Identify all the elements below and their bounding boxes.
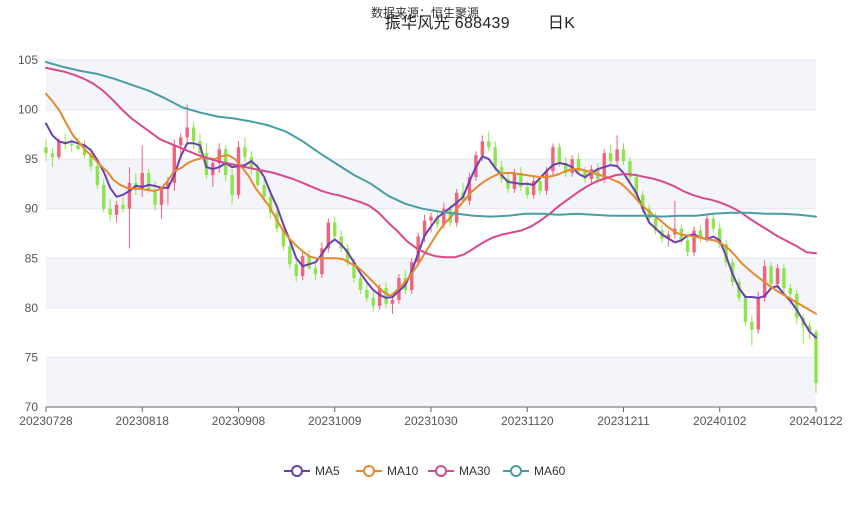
candle-up bbox=[429, 216, 433, 221]
candle-down bbox=[814, 331, 818, 384]
candle-down bbox=[538, 180, 542, 191]
candle-down bbox=[256, 169, 260, 185]
y-tick-label: 70 bbox=[25, 400, 39, 414]
x-tick-label: 20231211 bbox=[597, 414, 650, 428]
grid-band bbox=[46, 258, 816, 308]
candle-up bbox=[615, 149, 619, 162]
candle-down bbox=[384, 288, 388, 304]
candle-down bbox=[44, 147, 48, 154]
candle-down bbox=[108, 208, 112, 215]
candle-down bbox=[782, 268, 786, 289]
candle-down bbox=[358, 278, 363, 291]
candle-down bbox=[230, 175, 234, 195]
candle-up bbox=[544, 171, 549, 191]
candle-up bbox=[57, 141, 61, 158]
y-tick-label: 75 bbox=[25, 350, 39, 364]
x-tick-label: 20231120 bbox=[501, 414, 554, 428]
candle-down bbox=[50, 153, 55, 158]
x-tick-label: 20230908 bbox=[212, 414, 266, 428]
candle-down bbox=[788, 288, 793, 294]
candle-down bbox=[487, 141, 491, 148]
candle-down bbox=[557, 147, 562, 164]
legend-marker bbox=[510, 465, 522, 477]
candle-down bbox=[243, 147, 247, 158]
candle-down bbox=[121, 204, 125, 209]
candle-down bbox=[750, 321, 754, 330]
candle-down bbox=[153, 190, 157, 205]
candles-group bbox=[44, 104, 818, 394]
candle-down bbox=[621, 149, 626, 162]
candle-up bbox=[185, 127, 189, 138]
candle-down bbox=[711, 218, 716, 229]
grid-band bbox=[46, 357, 816, 407]
candle-up bbox=[127, 182, 132, 209]
candle-up bbox=[159, 188, 164, 205]
candle-down bbox=[262, 184, 266, 197]
candle-up bbox=[390, 299, 395, 304]
period-label: 日K bbox=[547, 15, 576, 32]
candle-down bbox=[769, 266, 773, 285]
candle-down bbox=[146, 173, 151, 191]
y-tick-label: 95 bbox=[25, 152, 39, 166]
x-tick-label: 20230728 bbox=[19, 414, 73, 428]
grid-band bbox=[46, 60, 816, 110]
candle-down bbox=[313, 268, 318, 275]
legend: MA5 MA10 MA30 MA60 bbox=[284, 464, 566, 478]
legend-label-ma30: MA30 bbox=[459, 464, 491, 478]
candle-down bbox=[307, 256, 311, 269]
y-tick-label: 80 bbox=[25, 301, 39, 315]
y-tick-label: 90 bbox=[25, 202, 39, 216]
candle-down bbox=[795, 293, 799, 318]
legend-marker bbox=[363, 465, 375, 477]
y-tick-label: 85 bbox=[25, 251, 39, 265]
candle-down bbox=[493, 147, 497, 168]
legend-label-ma10: MA10 bbox=[387, 464, 419, 478]
candle-up bbox=[236, 147, 241, 195]
legend-marker bbox=[291, 465, 303, 477]
candle-up bbox=[775, 268, 780, 285]
candle-down bbox=[102, 184, 106, 209]
x-tick-label: 20240102 bbox=[693, 414, 747, 428]
y-tick-label: 105 bbox=[18, 53, 38, 67]
chart-root: 数据来源：恒生聚源 振华风光 688439 日K 70 75 80 85 90 95 100… bbox=[0, 0, 850, 518]
candle-up bbox=[179, 137, 183, 146]
candle-down bbox=[743, 297, 748, 322]
candle-down bbox=[333, 222, 337, 237]
x-tick-label: 20231030 bbox=[404, 414, 458, 428]
x-tick-label: 20240122 bbox=[789, 414, 843, 428]
candle-up bbox=[705, 218, 709, 239]
candle-up bbox=[512, 173, 517, 189]
chart-title: 振华风光 688439 日K bbox=[360, 9, 600, 33]
stock-name-code: 振华风光 688439 bbox=[384, 15, 510, 32]
y-tick-label: 100 bbox=[18, 103, 38, 117]
candle-down bbox=[365, 290, 369, 298]
candle-down bbox=[76, 145, 80, 150]
candle-down bbox=[608, 153, 613, 162]
x-tick-label: 20231009 bbox=[308, 414, 362, 428]
candle-down bbox=[95, 166, 100, 185]
legend-marker bbox=[435, 465, 447, 477]
candlestick-chart: 70 75 80 85 90 95 100 105 20230728 20230818 202309… bbox=[18, 53, 843, 478]
candle-up bbox=[480, 141, 485, 156]
candle-down bbox=[191, 127, 196, 142]
candle-down bbox=[69, 143, 74, 146]
legend-label-ma60: MA60 bbox=[534, 464, 566, 478]
legend-label-ma5: MA5 bbox=[315, 464, 340, 478]
title-gap bbox=[510, 15, 548, 32]
candle-down bbox=[294, 264, 298, 277]
x-tick-label: 20230818 bbox=[116, 414, 170, 428]
candle-down bbox=[288, 246, 292, 265]
candle-up bbox=[114, 204, 119, 215]
candle-down bbox=[685, 240, 690, 253]
candle-down bbox=[371, 297, 375, 306]
candle-down bbox=[525, 186, 529, 195]
candle-up bbox=[756, 297, 760, 330]
